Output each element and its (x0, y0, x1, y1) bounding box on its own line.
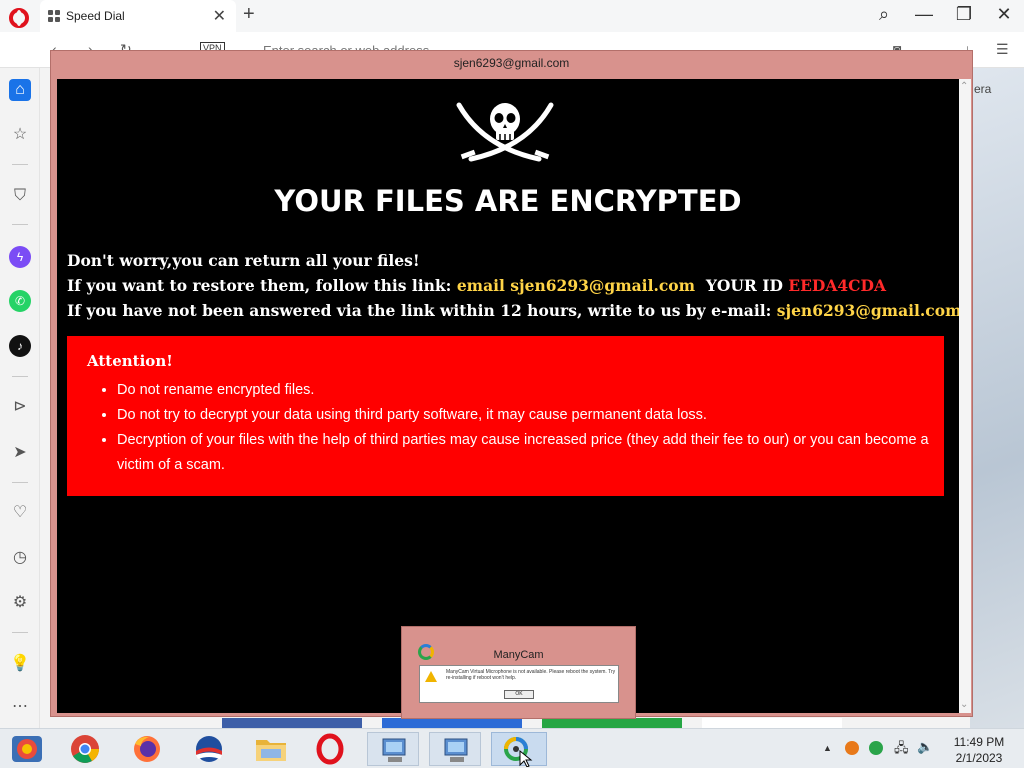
easy-setup-icon[interactable]: ☰ (996, 41, 1009, 58)
manycam-icon (504, 737, 533, 768)
manycam-dialog[interactable]: ManyCam ManyCam Virtual Microphone is no… (401, 626, 636, 719)
speed-dial-background (970, 68, 1024, 728)
system-clock[interactable]: 11:49 PM 2/1/2023 (944, 734, 1014, 766)
sidebar-divider (12, 164, 28, 165)
whatsapp-icon[interactable]: ✆ (9, 290, 31, 312)
ransom-headline: YOUR FILES ARE ENCRYPTED (274, 184, 742, 218)
ransom-line-reassure: Don't worry,you can return all your file… (67, 251, 420, 270)
tab-speed-dial[interactable]: Speed Dial ✕ (40, 0, 236, 32)
taskbar-installer-1[interactable] (367, 732, 419, 766)
taskbar-manycam[interactable] (491, 732, 547, 768)
shopping-bag-icon[interactable]: ⛉ (9, 185, 31, 207)
minimize-button[interactable]: — (909, 4, 939, 25)
chrome-icon (71, 735, 99, 763)
folder-icon (256, 740, 286, 761)
volume-icon[interactable]: 🔈 (917, 739, 933, 755)
clock-time: 11:49 PM (953, 735, 1005, 749)
fallback-instruction: If you have not been answered via the li… (67, 301, 772, 320)
send-arrow-icon[interactable]: ➤ (9, 442, 31, 464)
more-options-icon[interactable]: ⋯ (9, 696, 31, 718)
start-button[interactable] (2, 732, 54, 766)
speed-dial-grid-icon (48, 10, 60, 22)
close-button[interactable]: ✕ (989, 4, 1019, 25)
maximize-button[interactable]: ❐ (949, 4, 979, 25)
tab-close-icon[interactable]: ✕ (213, 6, 226, 26)
installer-icon (382, 738, 406, 762)
attention-item: Do not try to decrypt your data using th… (117, 403, 945, 428)
your-id-label: YOUR ID (705, 276, 783, 295)
ok-button[interactable]: OK (504, 690, 534, 699)
tiktok-icon[interactable]: ♪ (9, 335, 31, 357)
opera-sidebar: ⌂ ☆ ⛉ ϟ ✆ ♪ ⊳ ➤ ♡ ◷ ⚙ 💡 ⋯ (0, 68, 40, 728)
new-tab-button[interactable]: + (243, 3, 255, 26)
ransom-window[interactable]: sjen6293@gmail.com YOUR FILES ARE ENCRYP… (50, 50, 973, 717)
skull-crossed-swords-icon (456, 102, 554, 162)
search-tabs-icon[interactable]: ⌕ (869, 4, 899, 25)
taskbar-firefox[interactable] (121, 732, 173, 766)
history-clock-icon[interactable]: ◷ (9, 547, 31, 569)
manycam-dialog-title: ManyCam (493, 649, 544, 661)
player-icon[interactable]: ⊳ (9, 396, 31, 418)
taskbar-opera[interactable] (304, 732, 356, 766)
sidebar-divider (12, 376, 28, 377)
taskbar: ▲ 🖧 🔈 11:49 PM 2/1/2023 (0, 728, 1024, 768)
sidebar-divider (12, 632, 28, 633)
victim-id-value: EEDA4CDA (788, 276, 886, 295)
sidebar-divider (12, 482, 28, 483)
tray-app-icon[interactable] (845, 741, 859, 755)
browser-titlebar: Speed Dial ✕ + ⌕ — ❐ ✕ (0, 0, 1024, 32)
tab-title: Speed Dial (66, 9, 125, 23)
ransom-line-restore: If you want to restore them, follow this… (67, 276, 886, 295)
attention-list: Do not rename encrypted files. Do not tr… (117, 378, 945, 478)
fallback-email-link[interactable]: sjen6293@gmail.com (777, 301, 959, 320)
show-hidden-icons[interactable]: ▲ (823, 743, 832, 753)
ransom-scrollbar[interactable]: ⌃ ⌄ (959, 79, 971, 713)
ransom-line-fallback: If you have not been answered via the li… (67, 301, 959, 320)
attention-item: Decryption of your files with the help o… (117, 428, 945, 478)
speed-dial-tile[interactable] (702, 718, 842, 728)
firefox-icon (134, 736, 160, 762)
windows-start-icon (12, 736, 42, 762)
speed-dial-text-fragment: era (974, 82, 992, 96)
messenger-icon[interactable]: ϟ (9, 246, 31, 268)
speed-dial-tile[interactable] (542, 718, 682, 728)
ransom-note-content: YOUR FILES ARE ENCRYPTED Don't worry,you… (57, 79, 959, 713)
network-icon[interactable]: 🖧 (894, 739, 909, 761)
bookmarks-star-icon[interactable]: ☆ (9, 124, 31, 146)
heart-icon[interactable]: ♡ (9, 502, 31, 524)
campaign-logo-icon (196, 736, 222, 762)
speed-dial-tile[interactable] (382, 718, 522, 728)
taskbar-chrome[interactable] (59, 732, 111, 766)
attention-box: Attention! Do not rename encrypted files… (67, 336, 944, 496)
clock-date: 2/1/2023 (955, 751, 1003, 765)
opera-logo-icon[interactable] (9, 8, 29, 28)
attention-title: Attention! (87, 352, 173, 370)
tray-app-icon[interactable] (869, 741, 883, 755)
scroll-up-icon[interactable]: ⌃ (960, 81, 968, 92)
restore-instruction: If you want to restore them, follow this… (67, 276, 452, 295)
tips-bulb-icon[interactable]: 💡 (9, 653, 31, 675)
taskbar-app-logo[interactable] (183, 732, 235, 766)
opera-icon (316, 733, 344, 765)
installer-icon (444, 738, 468, 762)
settings-gear-icon[interactable]: ⚙ (9, 592, 31, 614)
contact-email-link[interactable]: email sjen6293@gmail.com (457, 276, 695, 295)
taskbar-installer-2[interactable] (429, 732, 481, 766)
sidebar-divider (12, 224, 28, 225)
manycam-message: ManyCam Virtual Microphone is not availa… (446, 669, 616, 681)
scroll-down-icon[interactable]: ⌄ (960, 699, 968, 710)
speed-dial-tile[interactable] (222, 718, 362, 728)
taskbar-file-explorer[interactable] (245, 732, 297, 766)
home-icon[interactable]: ⌂ (9, 79, 31, 101)
manycam-message-box: ManyCam Virtual Microphone is not availa… (419, 665, 619, 703)
warning-icon (425, 671, 437, 682)
attention-item: Do not rename encrypted files. (117, 378, 945, 403)
ransom-window-title: sjen6293@gmail.com (453, 56, 570, 70)
